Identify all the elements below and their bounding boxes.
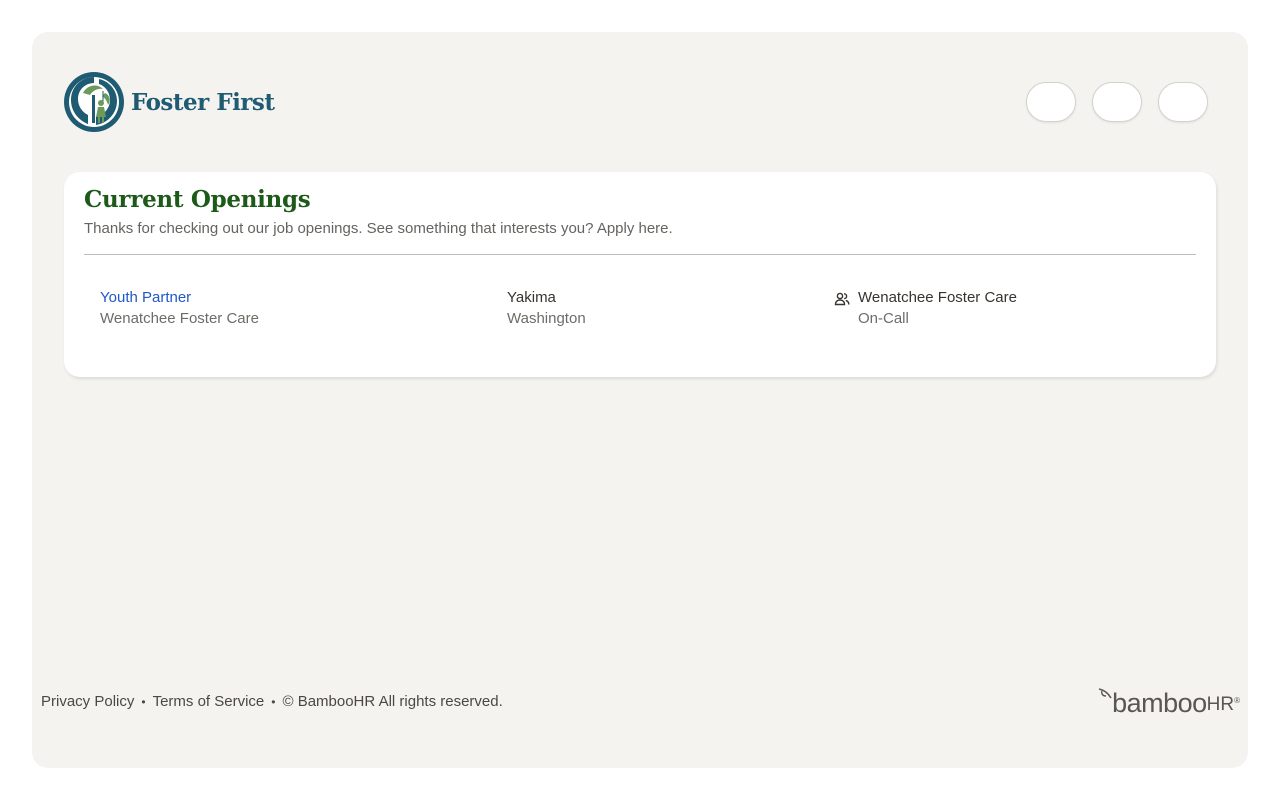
job-title-link[interactable]: Youth Partner (100, 289, 191, 306)
job-state: Washington (507, 310, 586, 327)
job-title-column: Youth Partner Wenatchee Foster Care (100, 289, 259, 328)
company-logo[interactable]: Foster First (63, 71, 275, 133)
users-icon (834, 292, 850, 306)
separator-dot: • (271, 694, 276, 709)
openings-subtitle: Thanks for checking out our job openings… (84, 220, 673, 237)
tree-logo-icon (64, 72, 124, 132)
job-department: Wenatchee Foster Care (858, 289, 1017, 306)
header-button-3[interactable] (1158, 82, 1208, 122)
separator-dot: • (141, 694, 146, 709)
job-employment-type: On-Call (858, 310, 909, 327)
bamboohr-logo[interactable]: bamboo HR ® (1098, 688, 1240, 718)
header-icon-buttons (1026, 82, 1208, 122)
header-button-2[interactable] (1092, 82, 1142, 122)
registered-mark: ® (1234, 696, 1240, 705)
copyright-text: © BambooHR All rights reserved. (282, 693, 503, 710)
privacy-policy-link[interactable]: Privacy Policy (41, 693, 134, 710)
job-row: Youth Partner Wenatchee Foster Care Yaki… (100, 289, 1196, 333)
hr-wordmark: HR (1206, 694, 1235, 715)
job-department-sub: Wenatchee Foster Care (100, 310, 259, 327)
terms-of-service-link[interactable]: Terms of Service (153, 693, 265, 710)
company-name: Foster First (131, 88, 275, 116)
divider (84, 254, 1196, 255)
job-location-column: Yakima Washington (507, 289, 586, 328)
page-frame: Foster First Current Openings Thanks for… (32, 32, 1248, 768)
header-button-1[interactable] (1026, 82, 1076, 122)
openings-card: Current Openings Thanks for checking out… (64, 172, 1216, 377)
bamboo-wordmark: bamboo (1112, 688, 1207, 718)
openings-title: Current Openings (84, 186, 311, 213)
job-department-column: Wenatchee Foster Care On-Call (834, 289, 1017, 328)
footer-links: Privacy Policy • Terms of Service • © Ba… (41, 693, 503, 710)
bamboo-leaf-icon (1098, 688, 1112, 699)
job-city: Yakima (507, 289, 556, 306)
